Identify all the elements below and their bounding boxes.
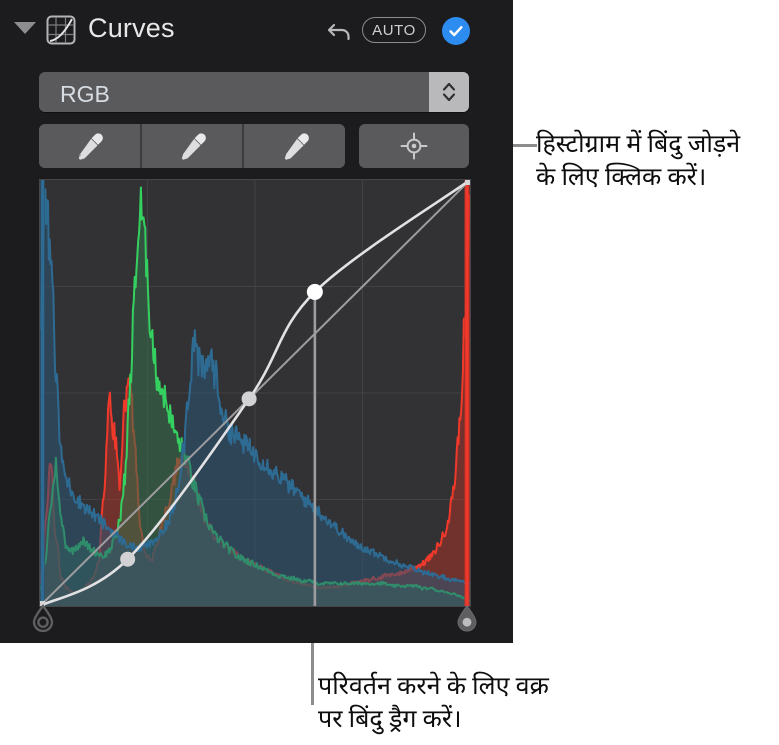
curve-control-point[interactable] [306, 283, 323, 300]
curves-panel: Curves AUTO RGB [0, 0, 513, 643]
crosshair-target-icon [400, 132, 428, 160]
undo-button[interactable] [325, 15, 355, 45]
add-point-button[interactable] [359, 124, 469, 168]
callout-top-leader-line [513, 144, 537, 147]
curve-endpoint-handle[interactable] [465, 180, 470, 185]
page-title: Curves [88, 13, 175, 43]
callout-top-text: हिस्टोग्राम में बिंदु जोड़ने के लिए क्लि… [536, 131, 741, 191]
droplet-outline-icon [32, 604, 54, 633]
disclosure-triangle-icon[interactable] [14, 22, 36, 34]
curve-control-point[interactable] [241, 391, 257, 407]
callout-bottom-leader-line [311, 643, 314, 705]
black-point-handle[interactable] [31, 604, 55, 633]
set-white-point-eyedropper[interactable] [244, 124, 345, 168]
callout-bottom-text: परिवर्तन करने के लिए वक्र पर बिंदु ड्रैग… [318, 673, 549, 733]
set-gray-point-eyedropper[interactable] [141, 124, 245, 168]
eyedropper-icon [284, 133, 309, 160]
chevron-up-down-icon[interactable] [429, 72, 469, 112]
channel-popup-button[interactable]: RGB [39, 72, 469, 112]
undo-arrow-icon [327, 23, 350, 41]
eyedropper-button-group [39, 124, 345, 168]
apply-button[interactable] [442, 17, 470, 45]
curve-control-point[interactable] [120, 551, 136, 567]
eyedropper-icon [181, 133, 206, 160]
checkmark-icon [449, 26, 463, 37]
eyedropper-icon [79, 133, 104, 160]
auto-button[interactable]: AUTO [362, 17, 426, 43]
curves-graph[interactable] [39, 179, 471, 607]
set-black-point-eyedropper[interactable] [39, 124, 142, 168]
droplet-filled-icon [457, 605, 477, 632]
white-point-handle[interactable] [455, 604, 479, 632]
panel-header: Curves AUTO [0, 0, 513, 60]
channel-popup-value: RGB [60, 81, 110, 107]
curves-grid-icon [45, 14, 77, 46]
curves-histogram-plot[interactable] [40, 180, 470, 606]
